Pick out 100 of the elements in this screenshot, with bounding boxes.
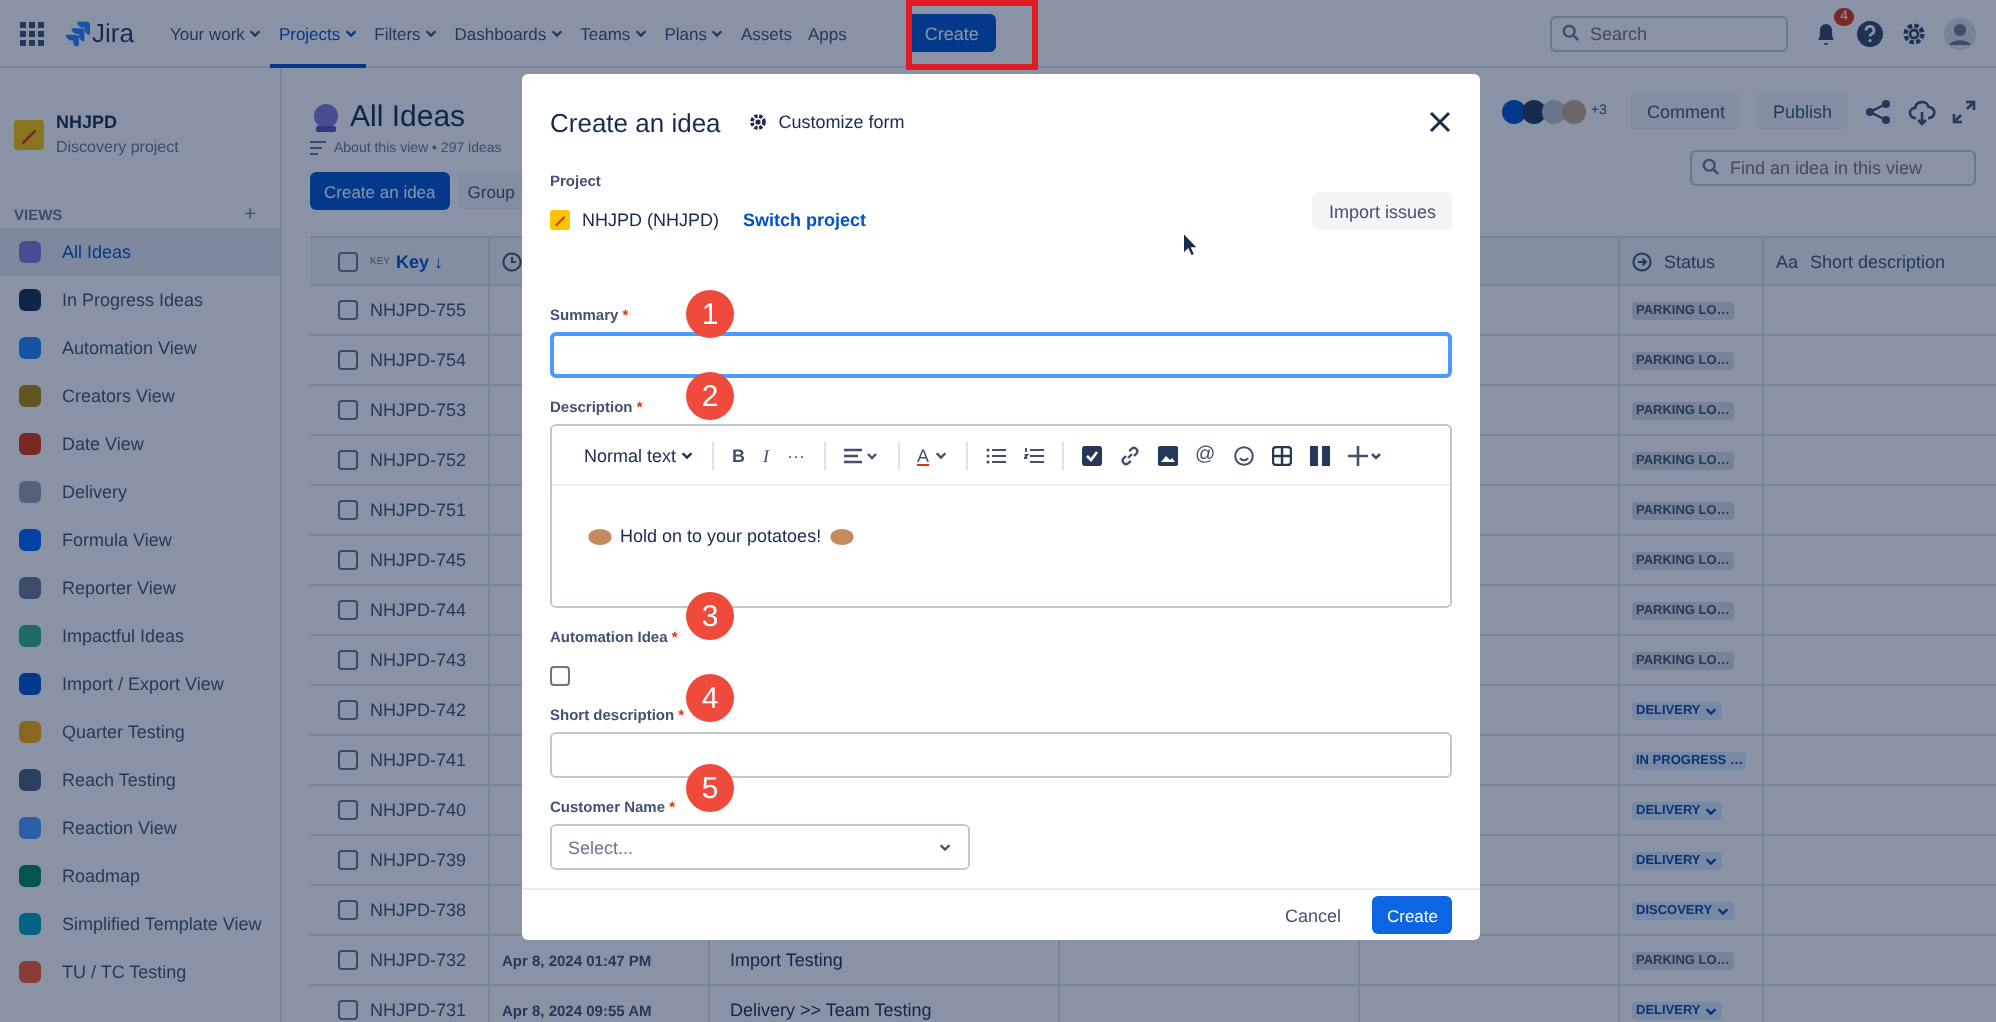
sidebar-item[interactable]: Date View xyxy=(0,420,280,468)
avatar-icon[interactable] xyxy=(1944,17,1976,49)
nav-item[interactable]: Filters xyxy=(366,0,447,67)
issue-key[interactable]: NHJPD-731 xyxy=(370,1000,467,1020)
search-field[interactable]: Search xyxy=(1550,15,1788,51)
add-view-button[interactable]: + xyxy=(244,203,256,225)
issue-key[interactable]: NHJPD-740 xyxy=(370,800,467,820)
checkbox[interactable] xyxy=(338,950,358,970)
settings-icon[interactable] xyxy=(1900,19,1928,47)
sidebar-item[interactable]: Roadmap xyxy=(0,852,280,900)
insert-icon[interactable] xyxy=(1347,445,1384,465)
issue-key[interactable]: NHJPD-745 xyxy=(370,550,467,570)
sidebar-item[interactable]: Impactful Ideas xyxy=(0,612,280,660)
sidebar-item[interactable]: Simplified Template View xyxy=(0,900,280,948)
create-idea-button[interactable]: Create an idea xyxy=(310,172,450,210)
bold-button[interactable]: B xyxy=(732,445,746,465)
columns-icon[interactable] xyxy=(1309,445,1330,465)
issue-key[interactable]: NHJPD-742 xyxy=(370,700,467,720)
group-button[interactable]: Group xyxy=(457,172,525,210)
create-button[interactable]: Create xyxy=(906,14,997,52)
link-icon[interactable] xyxy=(1119,445,1140,465)
issue-key[interactable]: NHJPD-739 xyxy=(370,850,467,870)
cloud-icon[interactable] xyxy=(1908,97,1936,125)
nav-item[interactable]: Apps xyxy=(799,0,855,67)
sidebar-item[interactable]: Reach Testing xyxy=(0,756,280,804)
issue-key[interactable]: NHJPD-754 xyxy=(370,350,467,370)
checkbox[interactable] xyxy=(550,666,570,686)
sidebar-item[interactable]: Creators View xyxy=(0,372,280,420)
cancel-button[interactable]: Cancel xyxy=(1272,905,1353,925)
text-color-button[interactable]: A xyxy=(917,445,948,465)
issue-key[interactable]: NHJPD-755 xyxy=(370,300,467,320)
customize-form-button[interactable]: Customize form xyxy=(748,112,905,132)
issue-key[interactable]: NHJPD-753 xyxy=(370,400,467,420)
checkbox[interactable] xyxy=(338,600,358,620)
text-style-dropdown[interactable]: Normal text xyxy=(584,445,695,465)
more-formatting-button[interactable]: ··· xyxy=(787,445,806,465)
column-header[interactable]: Short description xyxy=(1810,251,1946,271)
checkbox[interactable] xyxy=(338,900,358,920)
bullet-list-icon[interactable] xyxy=(985,445,1006,465)
italic-button[interactable]: I xyxy=(763,445,770,465)
publish-button[interactable]: Publish xyxy=(1756,92,1848,130)
checkbox[interactable] xyxy=(338,750,358,770)
import-issues-button[interactable]: Import issues xyxy=(1312,192,1452,230)
share-icon[interactable] xyxy=(1864,97,1892,125)
checkbox[interactable] xyxy=(338,350,358,370)
notification-icon[interactable] xyxy=(1812,19,1840,47)
short-description-field[interactable] xyxy=(550,732,1452,778)
mention-button[interactable]: @ xyxy=(1195,444,1216,466)
issue-key[interactable]: NHJPD-751 xyxy=(370,500,467,520)
checkbox[interactable] xyxy=(338,650,358,670)
align-icon[interactable] xyxy=(843,445,880,465)
checkbox[interactable] xyxy=(338,251,358,271)
issue-key[interactable]: NHJPD-741 xyxy=(370,750,467,770)
task-icon[interactable] xyxy=(1081,445,1102,465)
image-icon[interactable] xyxy=(1157,445,1178,465)
nav-item[interactable]: Plans xyxy=(656,0,733,67)
expand-icon[interactable] xyxy=(1952,99,1976,123)
close-icon[interactable] xyxy=(1428,110,1452,134)
issue-key[interactable]: NHJPD-744 xyxy=(370,600,467,620)
comment-button[interactable]: Comment xyxy=(1630,92,1741,130)
checkbox[interactable] xyxy=(338,500,358,520)
description-editor[interactable]: Normal text B I ··· A @ Hold on to your potatoes! xyxy=(550,424,1452,608)
sidebar-item[interactable]: Reporter View xyxy=(0,564,280,612)
search-field[interactable]: Find an idea in this view xyxy=(1690,150,1976,186)
sidebar-item[interactable]: All Ideas xyxy=(0,228,280,276)
sidebar-item[interactable]: Delivery xyxy=(0,468,280,516)
issue-key[interactable]: NHJPD-752 xyxy=(370,450,467,470)
nav-item[interactable]: Your work xyxy=(161,0,271,67)
emoji-icon[interactable] xyxy=(1233,445,1254,465)
create-button[interactable]: Create xyxy=(1372,896,1452,934)
summary-field[interactable] xyxy=(550,332,1452,378)
sidebar-item[interactable]: Import / Export View xyxy=(0,660,280,708)
numbered-list-icon[interactable] xyxy=(1023,445,1044,465)
sidebar-item[interactable]: Quarter Testing xyxy=(0,708,280,756)
table-icon[interactable] xyxy=(1271,445,1292,465)
nav-item[interactable]: Dashboards xyxy=(446,0,573,67)
checkbox[interactable] xyxy=(338,550,358,570)
idea-title[interactable]: Import Testing xyxy=(730,950,843,970)
switch-project-link[interactable]: Switch project xyxy=(743,210,867,230)
nav-item[interactable]: Teams xyxy=(572,0,657,67)
issue-key[interactable]: NHJPD-738 xyxy=(370,900,467,920)
nav-item[interactable]: Assets xyxy=(732,0,800,67)
column-header[interactable]: Status xyxy=(1664,251,1716,271)
column-header[interactable]: Key ↓ xyxy=(396,251,444,271)
issue-key[interactable]: NHJPD-743 xyxy=(370,650,467,670)
sidebar-item[interactable]: TU / TC Testing xyxy=(0,948,280,996)
sidebar-item[interactable]: In Progress Ideas xyxy=(0,276,280,324)
issue-key[interactable]: NHJPD-732 xyxy=(370,950,467,970)
checkbox[interactable] xyxy=(338,700,358,720)
sidebar-item[interactable]: Automation View xyxy=(0,324,280,372)
customer-select[interactable]: Select... xyxy=(550,824,970,870)
sidebar-item[interactable]: Reaction View xyxy=(0,804,280,852)
checkbox[interactable] xyxy=(338,800,358,820)
checkbox[interactable] xyxy=(338,300,358,320)
nav-item[interactable]: Projects xyxy=(270,0,367,67)
idea-title[interactable]: Delivery >> Team Testing xyxy=(730,1000,932,1020)
checkbox[interactable] xyxy=(338,1000,358,1020)
checkbox[interactable] xyxy=(338,450,358,470)
app-switcher-icon[interactable] xyxy=(20,21,44,45)
checkbox[interactable] xyxy=(338,850,358,870)
